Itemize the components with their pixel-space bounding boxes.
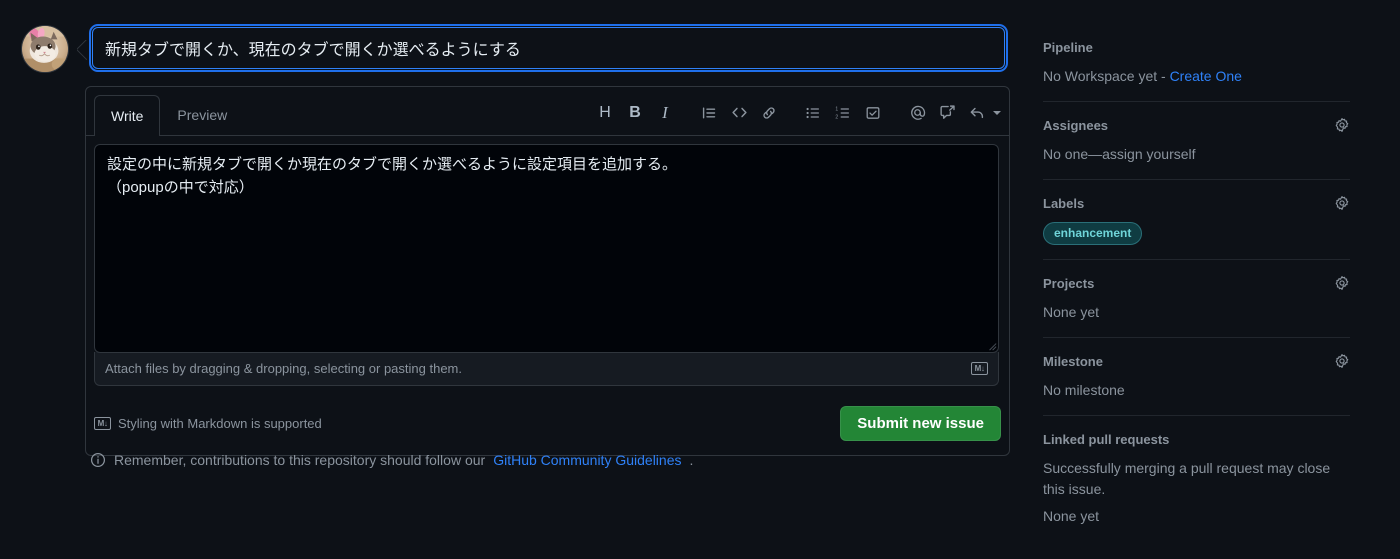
attach-files-bar[interactable]: Attach files by dragging & dropping, sel… xyxy=(94,352,999,386)
svg-text:2: 2 xyxy=(835,114,838,120)
issue-title-input[interactable] xyxy=(89,24,1008,72)
issue-form-column: Write Preview H B I xyxy=(0,0,1010,559)
editor-area: 設定の中に新規タブで開くか現在のタブで開くか選べるように設定項目を追加する。 （… xyxy=(86,136,1009,394)
cross-reference-icon[interactable] xyxy=(932,98,962,128)
assignees-heading: Assignees xyxy=(1043,117,1109,133)
projects-heading: Projects xyxy=(1043,275,1095,291)
linked-prs-description: Successfully merging a pull request may … xyxy=(1043,460,1331,497)
quote-icon[interactable] xyxy=(694,98,724,128)
assignees-heading-row: Assignees xyxy=(1043,116,1350,134)
gear-icon[interactable] xyxy=(1334,117,1350,133)
tab-write[interactable]: Write xyxy=(94,95,161,136)
link-icon[interactable] xyxy=(754,98,784,128)
markdown-toolbar-group-refs xyxy=(902,98,1001,128)
pipeline-body: No Workspace yet - Create One xyxy=(1043,66,1350,87)
issue-form-footer: M↓ Styling with Markdown is supported Su… xyxy=(86,394,1009,455)
avatar-image xyxy=(22,26,68,72)
linked-prs-value: None yet xyxy=(1043,508,1100,524)
milestone-value: No milestone xyxy=(1043,382,1125,398)
community-guidelines-note: Remember, contributions to this reposito… xyxy=(90,452,693,468)
gear-icon[interactable] xyxy=(1334,195,1350,211)
comment-box-pointer xyxy=(77,40,87,60)
pipeline-status-text: No Workspace yet - xyxy=(1043,68,1170,84)
markdown-icon: M↓ xyxy=(94,417,111,430)
projects-value: None yet xyxy=(1043,304,1100,320)
heading-icon[interactable]: H xyxy=(590,98,620,128)
attach-files-hint: Attach files by dragging & dropping, sel… xyxy=(105,361,462,376)
sidebar-section-labels: Labels enhancement xyxy=(1043,194,1350,260)
github-community-guidelines-link[interactable]: GitHub Community Guidelines xyxy=(493,452,681,468)
issue-title-wrap xyxy=(85,20,1010,72)
saved-reply-icon[interactable] xyxy=(962,98,992,128)
markdown-toolbar: H B I 1 2 xyxy=(590,94,1001,135)
issue-body-textarea[interactable]: 設定の中に新規タブで開くか現在のタブで開くか選べるように設定項目を追加する。 （… xyxy=(94,144,999,353)
sidebar-section-linked-prs: Linked pull requests Successfully mergin… xyxy=(1043,430,1350,541)
sidebar-section-projects: Projects None yet xyxy=(1043,274,1350,338)
labels-list: enhancement xyxy=(1043,222,1350,245)
markdown-support-note: M↓ Styling with Markdown is supported xyxy=(94,416,322,431)
linked-prs-heading: Linked pull requests xyxy=(1043,431,1170,447)
code-icon[interactable] xyxy=(724,98,754,128)
labels-heading-row: Labels xyxy=(1043,194,1350,212)
milestone-heading: Milestone xyxy=(1043,353,1103,369)
markdown-toolbar-group-text: H B I xyxy=(590,98,680,128)
guidelines-text-suffix: . xyxy=(689,452,694,468)
editor-tabs: Write Preview xyxy=(94,94,244,136)
textarea-resize-grip[interactable] xyxy=(983,337,997,351)
milestone-heading-row: Milestone xyxy=(1043,352,1350,370)
sidebar-section-assignees: Assignees No one—assign yourself xyxy=(1043,116,1350,180)
gear-icon[interactable] xyxy=(1334,353,1350,369)
avatar[interactable] xyxy=(21,25,69,73)
chevron-down-icon[interactable] xyxy=(993,110,1001,115)
issue-body-card: Write Preview H B I 1 2 設定の中に新規タブで開くか現在の… xyxy=(85,86,1010,456)
issue-sidebar: Pipeline No Workspace yet - Create One A… xyxy=(1043,38,1350,555)
assignees-value[interactable]: No one—assign yourself xyxy=(1043,144,1350,165)
sidebar-section-pipeline: Pipeline No Workspace yet - Create One xyxy=(1043,38,1350,102)
create-workspace-link[interactable]: Create One xyxy=(1170,68,1242,84)
task-list-icon[interactable] xyxy=(858,98,888,128)
tab-preview[interactable]: Preview xyxy=(160,94,244,135)
info-icon xyxy=(90,452,106,468)
bold-icon[interactable]: B xyxy=(620,98,650,128)
markdown-toolbar-group-lists: 1 2 xyxy=(798,98,888,128)
sidebar-section-milestone: Milestone No milestone xyxy=(1043,352,1350,416)
unordered-list-icon[interactable] xyxy=(798,98,828,128)
projects-heading-row: Projects xyxy=(1043,274,1350,292)
editor-tabnav: Write Preview H B I 1 2 xyxy=(86,87,1009,136)
labels-heading: Labels xyxy=(1043,195,1085,211)
markdown-toolbar-group-insert xyxy=(694,98,784,128)
gear-icon[interactable] xyxy=(1334,275,1350,291)
italic-icon[interactable]: I xyxy=(650,98,680,128)
pipeline-heading: Pipeline xyxy=(1043,39,1093,55)
markdown-icon: M↓ xyxy=(971,362,988,375)
markdown-support-label: Styling with Markdown is supported xyxy=(118,416,322,431)
mention-icon[interactable] xyxy=(902,98,932,128)
guidelines-text-prefix: Remember, contributions to this reposito… xyxy=(114,452,486,468)
ordered-list-icon[interactable]: 1 2 xyxy=(828,98,858,128)
new-issue-page: Write Preview H B I xyxy=(0,0,1400,559)
label-enhancement[interactable]: enhancement xyxy=(1043,222,1143,245)
svg-text:1: 1 xyxy=(835,106,838,112)
submit-new-issue-button[interactable]: Submit new issue xyxy=(840,406,1001,441)
